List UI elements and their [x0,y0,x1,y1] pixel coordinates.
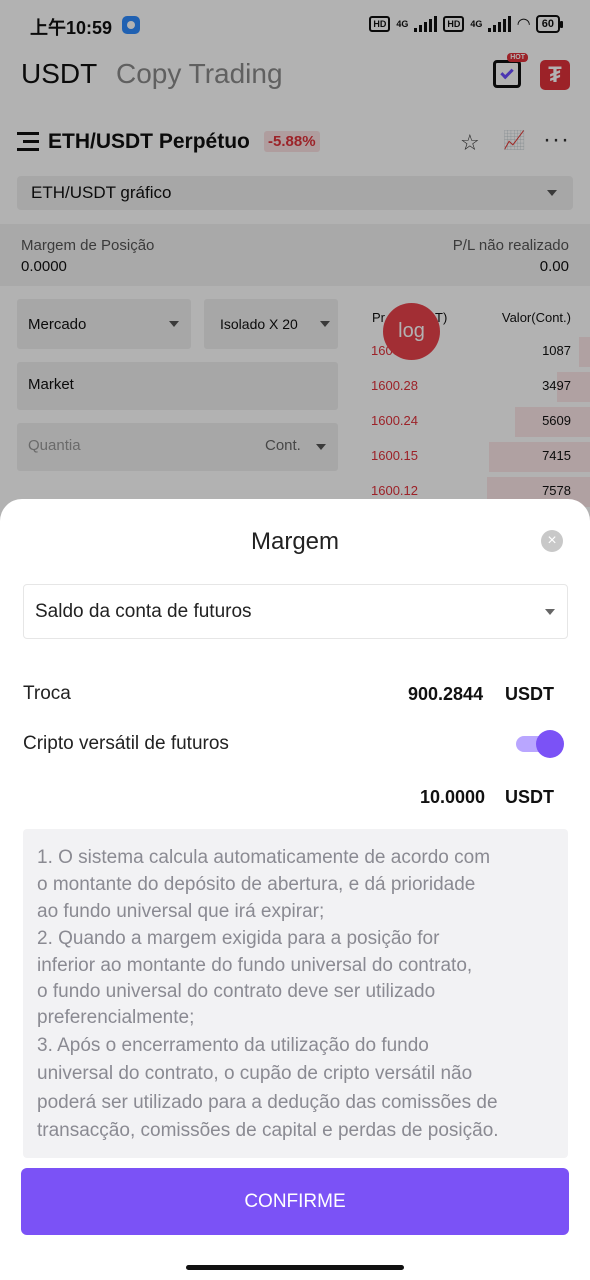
sheet-title: Margem [250,528,340,555]
info-line: transacção, comissões de capital e perda… [37,1120,499,1141]
exchange-amount: 900.2844 [408,684,484,704]
info-line: inferior ao montante do fundo universal … [37,955,473,976]
info-line: 3. Após o encerramento da utilização do … [37,1035,429,1056]
info-line: preferencialmente; [37,1007,195,1028]
info-box: 1. O sistema calcula automaticamente de … [23,829,568,1158]
info-line: poderá ser utilizado para a dedução das … [37,1092,498,1113]
versatile-amount: 10.0000 [420,787,486,807]
info-line: 2. Quando a margem exigida para a posiçã… [37,928,440,949]
exchange-label: Troca [23,683,71,704]
chevron-down-icon [545,609,555,615]
info-line: ao fundo universal que irá expirar; [37,901,325,922]
toggle-knob [536,730,564,758]
versatile-unit: USDT [505,787,554,807]
exchange-unit: USDT [505,684,554,704]
versatile-toggle[interactable] [516,730,564,758]
margin-source-value: Saldo da conta de futuros [35,601,252,622]
margin-source-select[interactable]: Saldo da conta de futuros [23,584,568,639]
confirm-button[interactable]: CONFIRME [21,1168,569,1235]
info-line: o montante do depósito de abertura, e dá… [37,874,476,895]
versatile-label: Cripto versátil de futuros [23,733,229,754]
info-line: universal do contrato, o cupão de cripto… [37,1063,473,1084]
info-line: o fundo universal do contrato deve ser u… [37,981,436,1002]
info-line: 1. O sistema calcula automaticamente de … [37,847,491,868]
home-indicator[interactable] [186,1265,404,1270]
close-icon[interactable]: × [541,530,563,552]
